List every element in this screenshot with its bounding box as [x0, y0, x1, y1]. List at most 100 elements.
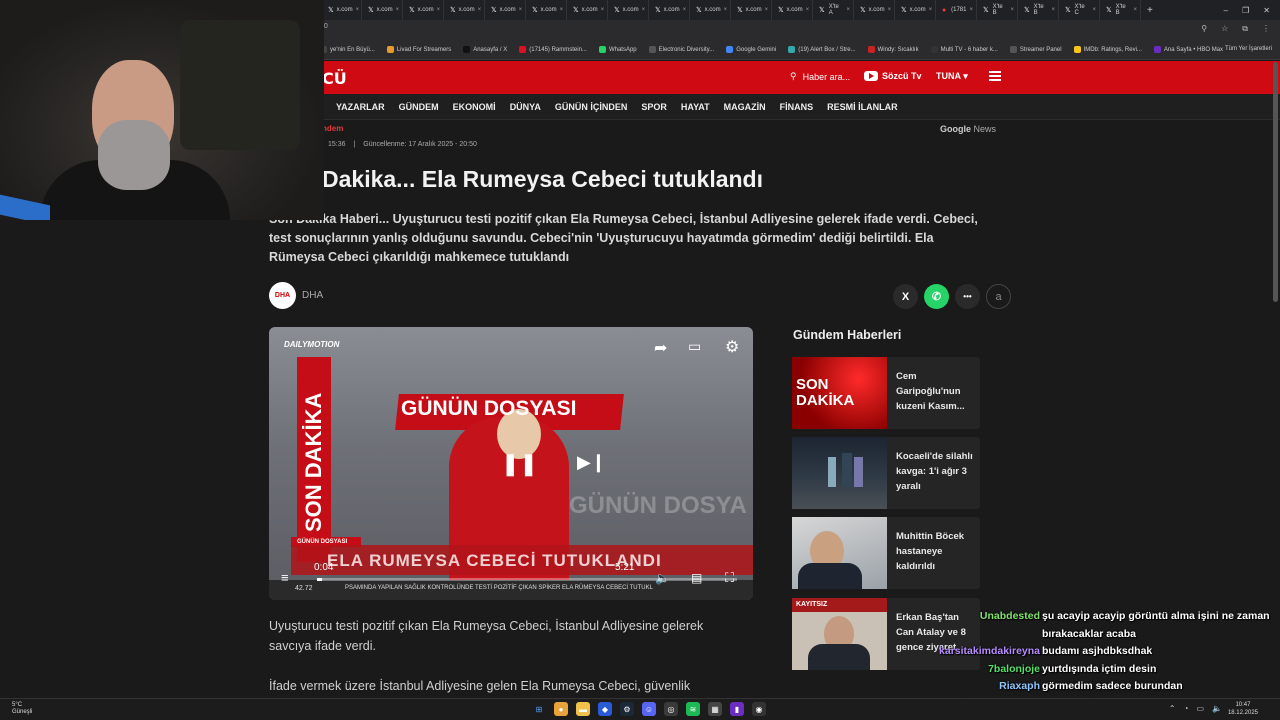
share-icon[interactable]: ➦ [654, 338, 667, 358]
bookmark-item[interactable]: Anasayfa / X [463, 46, 507, 53]
progress-bar[interactable] [317, 578, 737, 581]
close-icon[interactable]: ✕ [1263, 6, 1270, 15]
tab-close-icon[interactable]: × [846, 7, 850, 13]
browser-tab[interactable]: 𝕏 X'te A × [813, 0, 854, 20]
playlist-icon[interactable]: ≡ [281, 570, 289, 585]
tab-close-icon[interactable]: × [356, 7, 360, 13]
browser-tab[interactable]: 𝕏x.com × [772, 0, 813, 20]
maximize-icon[interactable]: ❐ [1242, 6, 1249, 15]
clock[interactable]: 10:47 18.12.2025 [1228, 701, 1258, 717]
volume-icon[interactable]: 🔈 [1212, 704, 1222, 713]
settings-gear-icon[interactable]: ⚙ [725, 337, 739, 357]
tab-close-icon[interactable]: × [765, 7, 769, 13]
nav-item[interactable]: EKONOMİ [453, 102, 496, 112]
tab-close-icon[interactable]: × [519, 7, 523, 13]
app-icon[interactable]: ◆ [598, 702, 612, 716]
article-source[interactable]: DHA DHA [269, 282, 323, 309]
bookmark-item[interactable]: Windy: Sıcaklık [867, 46, 919, 53]
nav-item[interactable]: GÜNDEM [399, 102, 439, 112]
bookmark-item[interactable]: Streamer Panel [1009, 46, 1062, 53]
browser-tab[interactable]: 𝕏 X'te B × [1100, 0, 1141, 20]
browser-tab[interactable]: 𝕏 X'te B × [977, 0, 1018, 20]
folder-icon[interactable]: ▬ [576, 702, 590, 716]
tab-close-icon[interactable]: × [437, 7, 441, 13]
nav-item[interactable]: SPOR [641, 102, 667, 112]
tab-close-icon[interactable]: × [1133, 7, 1137, 13]
bookmark-item[interactable]: (17145) Rammstein... [519, 46, 587, 53]
all-bookmarks[interactable]: Tüm Yer İşaretleri [1225, 46, 1272, 52]
spotify-icon[interactable]: ≋ [686, 702, 700, 716]
tab-close-icon[interactable]: × [560, 7, 564, 13]
browser-tab[interactable]: 𝕏x.com × [608, 0, 649, 20]
news-card[interactable]: KAYITSIZ Erkan Baş'tan Can Atalay ve 8 g… [792, 598, 980, 670]
browser-tab[interactable]: 𝕏x.com × [526, 0, 567, 20]
bookmark-item[interactable]: Electronic Diversity... [648, 46, 714, 53]
breadcrumb[interactable]: ndem [322, 124, 343, 133]
browser-tab[interactable]: 𝕏x.com × [485, 0, 526, 20]
nav-item[interactable]: HAYAT [681, 102, 710, 112]
bookmark-item[interactable]: WhatsApp [598, 46, 637, 53]
tab-close-icon[interactable]: × [929, 7, 933, 13]
display-icon[interactable]: ▭ [1196, 704, 1204, 713]
browser-tab[interactable]: 𝕏x.com × [731, 0, 772, 20]
news-card[interactable]: Kocaeli'de silahlı kavga: 1'i ağır 3 yar… [792, 437, 980, 509]
cast-icon[interactable]: ▭ [688, 338, 701, 355]
browser-tab[interactable]: 𝕏x.com × [649, 0, 690, 20]
browser-tab[interactable]: 𝕏x.com × [444, 0, 485, 20]
tab-close-icon[interactable]: × [642, 7, 646, 13]
nav-item[interactable]: YAZARLAR [336, 102, 385, 112]
browser-tab[interactable]: 𝕏 X'te B × [1018, 0, 1059, 20]
tab-close-icon[interactable]: × [1092, 7, 1096, 13]
bookmark-item[interactable]: (19) Alert Box / Stre... [788, 46, 856, 53]
google-news-link[interactable]: Google News [940, 124, 996, 134]
font-size-icon[interactable]: a [986, 284, 1011, 309]
weather-widget[interactable]: 5°C Güneşli [12, 702, 32, 716]
search-button[interactable]: ⚲ Haber ara... [790, 71, 850, 82]
pause-icon[interactable]: ❚❚ [501, 451, 538, 477]
nav-item[interactable]: MAGAZİN [724, 102, 766, 112]
bookmark-item[interactable]: Ana Sayfa • HBO Max [1153, 46, 1223, 53]
app-icon[interactable]: ◎ [664, 702, 678, 716]
browser-tab[interactable]: 𝕏 X'te C × [1059, 0, 1100, 20]
hamburger-menu-icon[interactable] [989, 71, 1001, 81]
browser-tab[interactable]: 𝕏x.com × [854, 0, 895, 20]
tab-close-icon[interactable]: × [1010, 7, 1014, 13]
bookmark-item[interactable]: IMDb: Ratings, Revi... [1073, 46, 1142, 53]
nav-item[interactable]: DÜNYA [510, 102, 541, 112]
video-player[interactable]: SON DAKİKA GÜNÜN DOSYASI GÜNÜN DOSYA GÜN… [269, 327, 753, 600]
tab-close-icon[interactable]: × [683, 7, 687, 13]
minimize-icon[interactable]: – [1224, 6, 1228, 15]
browser-tab[interactable]: ● (1781 × [936, 0, 977, 20]
chrome-icon[interactable]: ● [554, 702, 568, 716]
bookmark-item[interactable]: Livad For Streamers [386, 46, 451, 53]
tab-close-icon[interactable]: × [806, 7, 810, 13]
tab-close-icon[interactable]: × [1051, 7, 1055, 13]
zoom-icon[interactable]: ⚲ [1201, 24, 1207, 34]
browser-tab[interactable]: 𝕏x.com × [322, 0, 362, 20]
nav-item[interactable]: RESMİ İLANLAR [827, 102, 898, 112]
bookmark-item[interactable]: ye'nin En Büyü... [320, 46, 375, 53]
steam-icon[interactable]: ⚙ [620, 702, 634, 716]
bookmark-star-icon[interactable]: ☆ [1221, 24, 1228, 34]
tab-close-icon[interactable]: × [969, 7, 973, 13]
nav-item[interactable]: FİNANS [780, 102, 814, 112]
tab-close-icon[interactable]: × [478, 7, 482, 13]
browser-tab[interactable]: 𝕏x.com × [403, 0, 444, 20]
next-icon[interactable]: ▶❙ [577, 452, 606, 473]
obs-icon[interactable]: ◉ [752, 702, 766, 716]
start-icon[interactable]: ⊞ [532, 702, 546, 716]
new-tab-icon[interactable]: + [1147, 5, 1153, 16]
browser-tab[interactable]: 𝕏x.com × [567, 0, 608, 20]
page-scrollbar[interactable] [1273, 62, 1278, 302]
more-share-icon[interactable]: ••• [955, 284, 980, 309]
bookmark-item[interactable]: Multi TV - 6 haber k... [930, 46, 998, 53]
site-logo[interactable]: CÜ [322, 69, 347, 88]
share-x-icon[interactable]: X [893, 284, 918, 309]
bookmark-item[interactable]: Google Gemini [726, 46, 776, 53]
nav-item[interactable]: GÜNÜN İÇİNDEN [555, 102, 628, 112]
news-card[interactable]: Muhittin Böcek hastaneye kaldırıldı [792, 517, 980, 589]
section-dropdown[interactable]: TUNA ▾ [936, 71, 968, 82]
browser-tab[interactable]: 𝕏x.com × [690, 0, 731, 20]
tab-close-icon[interactable]: × [888, 7, 892, 13]
share-whatsapp-icon[interactable]: ✆ [924, 284, 949, 309]
